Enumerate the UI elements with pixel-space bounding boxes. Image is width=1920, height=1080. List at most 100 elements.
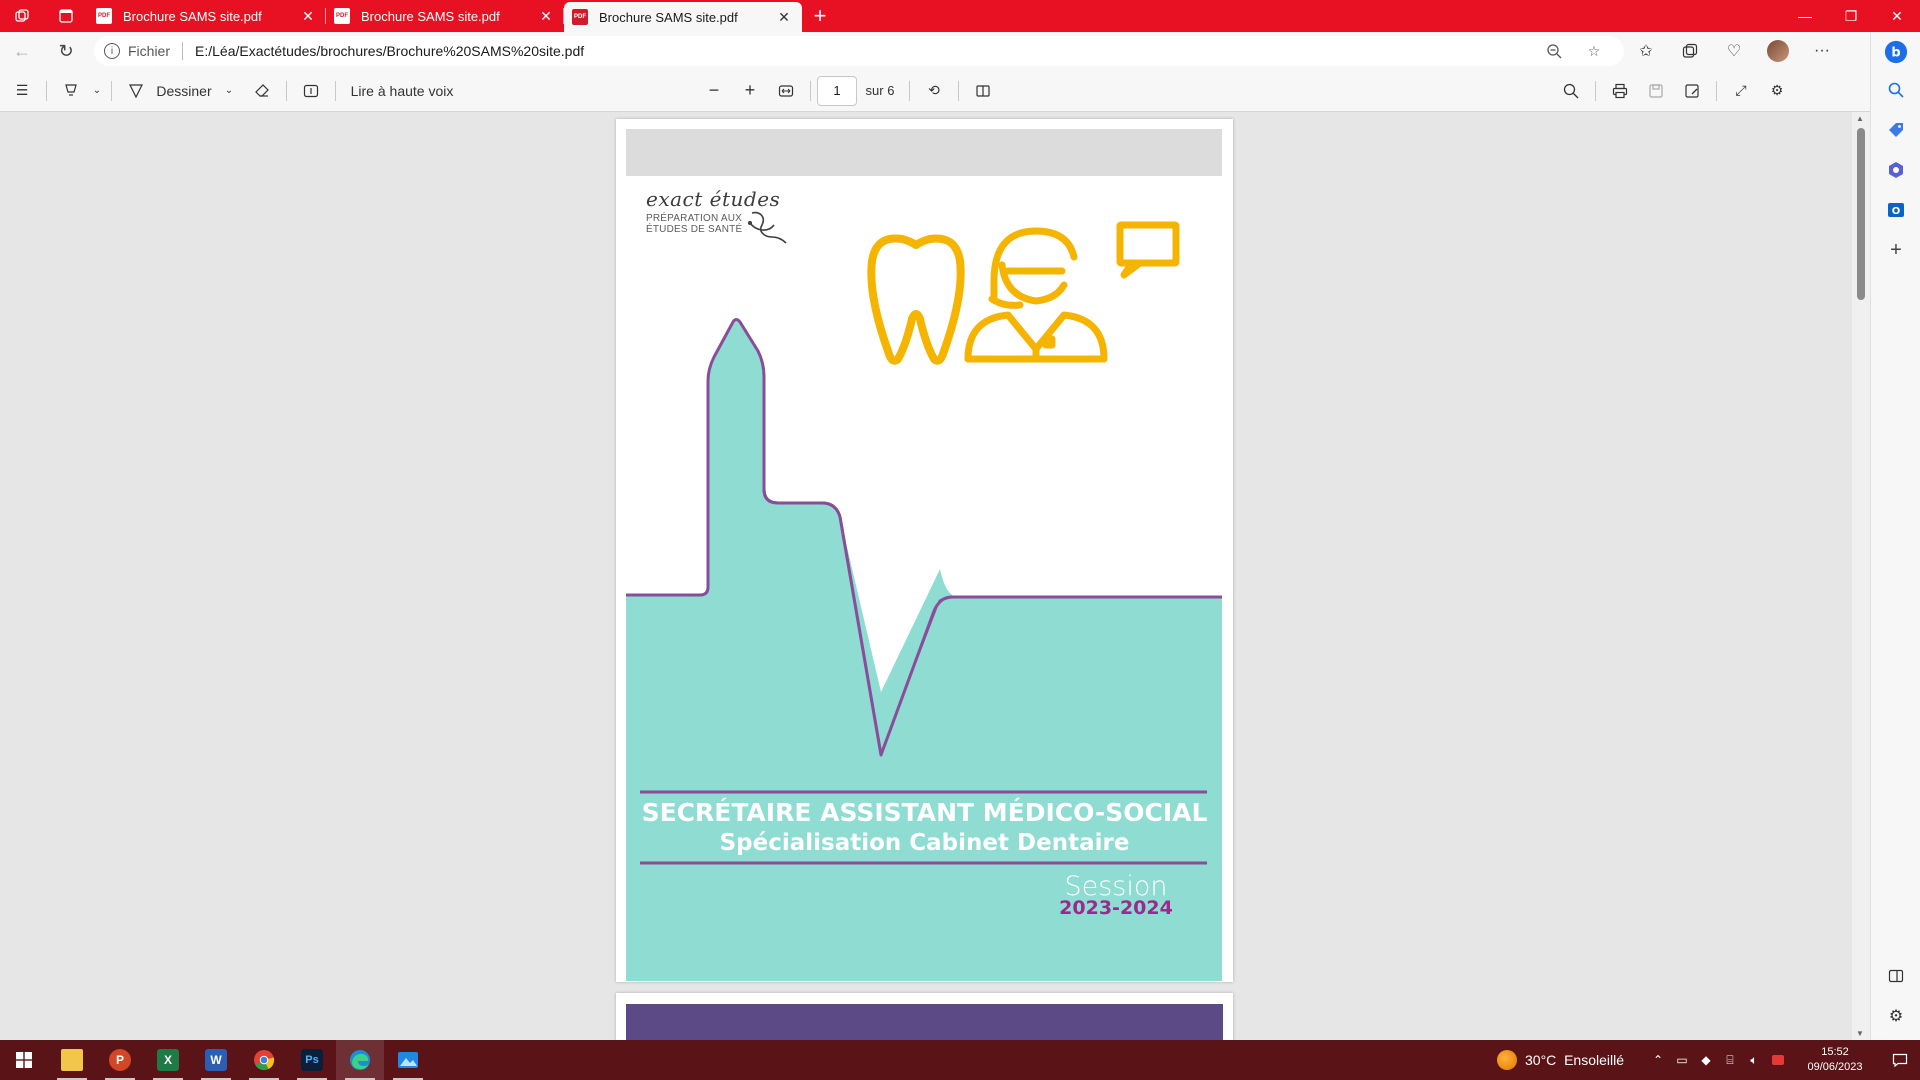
- profile-avatar[interactable]: [1767, 40, 1789, 62]
- windows-taskbar: P X W Ps 30°C Ensoleillé ⌃ ▭ ◆ ⌸ 🔈︎ 15:5…: [0, 1040, 1920, 1080]
- close-window-icon[interactable]: ✕: [1874, 0, 1920, 32]
- add-sidebar-app-icon[interactable]: +: [1884, 238, 1908, 262]
- search-icon[interactable]: [1553, 70, 1589, 112]
- browser-tab-active[interactable]: PDF Brochure SAMS site.pdf ✕: [564, 2, 802, 32]
- chevron-up-icon[interactable]: ⌃: [1646, 1053, 1670, 1067]
- bing-copilot-icon[interactable]: b: [1884, 40, 1908, 64]
- page-view-icon[interactable]: [965, 70, 1001, 112]
- photoshop-taskbar-button[interactable]: Ps: [288, 1040, 336, 1080]
- edge-icon: [350, 1050, 370, 1070]
- close-tab-icon[interactable]: ✕: [298, 8, 318, 25]
- close-tab-icon[interactable]: ✕: [536, 8, 556, 25]
- pdf-file-icon: PDF: [572, 9, 588, 25]
- camera-icon[interactable]: ▭: [1670, 1053, 1694, 1067]
- excel-taskbar-button[interactable]: X: [144, 1040, 192, 1080]
- dropbox-icon[interactable]: ◆: [1694, 1053, 1718, 1067]
- svg-text:b: b: [1891, 46, 1900, 61]
- scroll-up-icon[interactable]: ▲: [1856, 114, 1864, 123]
- scroll-down-icon[interactable]: ▼: [1856, 1029, 1864, 1038]
- browser-tab[interactable]: PDF Brochure SAMS site.pdf ✕: [88, 0, 326, 32]
- search-icon[interactable]: [1884, 78, 1908, 102]
- outlook-icon[interactable]: O: [1884, 198, 1908, 222]
- rotate-icon[interactable]: ⟲: [916, 70, 952, 112]
- chrome-taskbar-button[interactable]: [240, 1040, 288, 1080]
- draw-button[interactable]: Dessiner: [154, 70, 214, 112]
- excel-icon: X: [157, 1049, 179, 1071]
- chrome-icon: [254, 1050, 275, 1071]
- zoom-out-button[interactable]: −: [696, 70, 732, 112]
- chevron-down-icon[interactable]: ⌄: [89, 70, 105, 112]
- scheme-label: Fichier: [128, 43, 171, 59]
- start-button[interactable]: [0, 1040, 48, 1080]
- favorite-star-icon[interactable]: ☆: [1574, 43, 1614, 60]
- info-icon[interactable]: i: [104, 43, 120, 59]
- new-tab-button[interactable]: +: [802, 0, 838, 32]
- workspaces-icon[interactable]: [0, 0, 44, 32]
- photos-icon: [398, 1052, 418, 1068]
- back-arrow-icon[interactable]: ←: [0, 32, 44, 70]
- chevron-down-icon[interactable]: ⌄: [214, 70, 244, 112]
- title-line2: Spécialisation Cabinet Dentaire: [719, 830, 1130, 856]
- fullscreen-icon[interactable]: ⤢: [1723, 70, 1759, 112]
- volume-icon[interactable]: 🔈︎: [1742, 1053, 1766, 1068]
- title-bar: PDF Brochure SAMS site.pdf ✕ PDF Brochur…: [0, 0, 1920, 32]
- fit-to-width-icon[interactable]: [768, 70, 804, 112]
- network-icon[interactable]: ⌸: [1718, 1053, 1742, 1068]
- browser-tab[interactable]: PDF Brochure SAMS site.pdf ✕: [326, 0, 564, 32]
- split-screen-icon[interactable]: [1884, 964, 1908, 988]
- favorites-icon[interactable]: ✩: [1624, 32, 1668, 70]
- brochure-title: SECRÉTAIRE ASSISTANT MÉDICO-SOCIAL Spéci…: [632, 798, 1217, 858]
- edge-taskbar-button[interactable]: [336, 1040, 384, 1080]
- word-taskbar-button[interactable]: W: [192, 1040, 240, 1080]
- windows-logo-icon: [16, 1052, 32, 1068]
- file-explorer-taskbar-button[interactable]: [48, 1040, 96, 1080]
- more-menu-icon[interactable]: ···: [1800, 32, 1844, 70]
- system-tray: 30°C Ensoleillé ⌃ ▭ ◆ ⌸ 🔈︎ 15:52 09/06/2…: [1497, 1040, 1920, 1080]
- collections-icon[interactable]: [1668, 32, 1712, 70]
- page-number-input[interactable]: 1: [817, 75, 857, 106]
- app-status-icon[interactable]: [1766, 1055, 1790, 1065]
- office-icon[interactable]: [1884, 158, 1908, 182]
- pdf-page: exact études PRÉPARATION AUX ÉTUDES DE S…: [616, 119, 1233, 982]
- settings-gear-icon[interactable]: ⚙: [1759, 70, 1795, 112]
- shopping-tag-icon[interactable]: [1884, 118, 1908, 142]
- minimize-icon[interactable]: —: [1782, 0, 1828, 32]
- weather-widget[interactable]: 30°C Ensoleillé: [1497, 1050, 1624, 1070]
- restore-icon[interactable]: ❐: [1828, 0, 1874, 32]
- powerpoint-taskbar-button[interactable]: P: [96, 1040, 144, 1080]
- tab-actions-icon[interactable]: [44, 0, 88, 32]
- scrollbar-thumb[interactable]: [1857, 128, 1865, 300]
- zoom-in-button[interactable]: +: [732, 70, 768, 112]
- powerpoint-icon: P: [109, 1049, 131, 1071]
- url-text[interactable]: E:/Léa/Exactétudes/brochures/Brochure%20…: [195, 43, 1534, 59]
- refresh-icon[interactable]: ↻: [44, 32, 88, 70]
- print-icon[interactable]: [1602, 70, 1638, 112]
- session-years: 2023-2024: [1059, 897, 1173, 919]
- notification-icon[interactable]: [1880, 1052, 1920, 1068]
- pdf-file-icon: PDF: [96, 8, 112, 24]
- vertical-scrollbar[interactable]: ▲ ▼: [1852, 112, 1870, 1040]
- pdf-file-icon: PDF: [334, 8, 350, 24]
- sun-icon: [1497, 1050, 1518, 1070]
- tab-title: Brochure SAMS site.pdf: [123, 8, 262, 24]
- eraser-icon[interactable]: [244, 70, 280, 112]
- dental-assistant-icon: [964, 221, 1180, 363]
- zoom-out-icon[interactable]: [1534, 43, 1574, 59]
- address-bar: ← ↻ i Fichier E:/Léa/Exactétudes/brochur…: [0, 32, 1870, 70]
- text-box-icon[interactable]: [293, 70, 329, 112]
- table-of-contents-icon[interactable]: ☰: [4, 70, 40, 112]
- read-aloud-button[interactable]: Lire à haute voix: [342, 70, 462, 112]
- svg-text:O: O: [1892, 206, 1901, 217]
- edge-sidebar: b O + ⚙: [1870, 32, 1920, 1040]
- clock[interactable]: 15:52 09/06/2023: [1800, 1045, 1870, 1075]
- url-field[interactable]: i Fichier E:/Léa/Exactétudes/brochures/B…: [94, 36, 1624, 66]
- sidebar-settings-icon[interactable]: ⚙: [1884, 1004, 1908, 1028]
- save-as-icon[interactable]: [1674, 70, 1710, 112]
- draw-icon[interactable]: [118, 70, 154, 112]
- photos-taskbar-button[interactable]: [384, 1040, 432, 1080]
- save-icon[interactable]: [1638, 70, 1674, 112]
- browser-essentials-icon[interactable]: ♡: [1712, 32, 1756, 70]
- tooth-icon: [867, 234, 965, 365]
- highlight-icon[interactable]: [53, 70, 89, 112]
- close-tab-icon[interactable]: ✕: [774, 9, 794, 26]
